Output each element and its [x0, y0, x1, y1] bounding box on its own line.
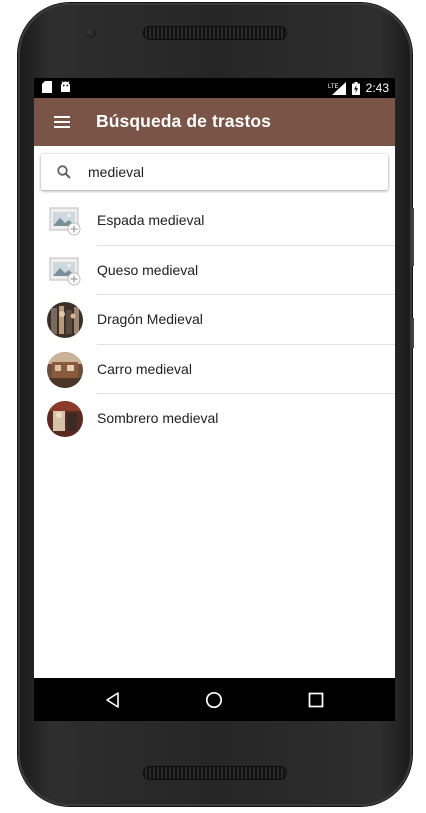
list-item[interactable]: Carro medieval: [34, 345, 395, 394]
menu-icon[interactable]: [50, 112, 74, 132]
navigation-bar: [34, 678, 395, 721]
list-item[interactable]: Sombrero medieval: [34, 394, 395, 444]
android-icon: [61, 81, 70, 92]
results-list: Espada medieval Queso medieval Dragón Me…: [34, 196, 395, 444]
back-icon[interactable]: [102, 689, 124, 711]
front-camera: [86, 28, 96, 38]
list-item[interactable]: Dragón Medieval: [34, 295, 395, 345]
list-item-label: Carro medieval: [97, 360, 192, 377]
app-bar: Búsqueda de trastos: [34, 98, 395, 146]
list-item-label: Sombrero medieval: [97, 410, 219, 426]
list-item-label: Queso medieval: [97, 261, 199, 278]
status-time: 2:43: [365, 81, 389, 95]
screen: LTE 2:43 Búsqueda de trastos medieval Es…: [34, 78, 395, 721]
volume-button: [412, 208, 414, 266]
network-label: LTE: [328, 84, 339, 90]
item-photo: [47, 351, 83, 388]
item-photo: [47, 401, 83, 437]
bottom-speaker: [143, 766, 287, 780]
home-icon[interactable]: [203, 689, 225, 711]
list-item-label: Dragón Medieval: [97, 311, 203, 327]
placeholder-image-icon: [47, 253, 85, 289]
power-button: [412, 318, 414, 348]
search-bar[interactable]: [41, 154, 388, 190]
list-item-label: Espada medieval: [97, 212, 205, 228]
page-title: Búsqueda de trastos: [96, 111, 271, 131]
sd-card-icon: [42, 81, 52, 93]
item-photo: [47, 302, 83, 338]
lte-signal-icon: LTE: [328, 81, 346, 95]
recents-icon[interactable]: [305, 689, 327, 711]
list-item[interactable]: Queso medieval: [34, 246, 395, 295]
search-icon[interactable]: [56, 164, 72, 180]
search-input[interactable]: [88, 160, 368, 184]
status-bar: LTE 2:43: [34, 78, 395, 98]
list-item[interactable]: Espada medieval: [34, 196, 395, 246]
battery-charging-icon: [351, 81, 360, 95]
placeholder-image-icon: [47, 203, 85, 239]
top-speaker: [143, 26, 287, 40]
